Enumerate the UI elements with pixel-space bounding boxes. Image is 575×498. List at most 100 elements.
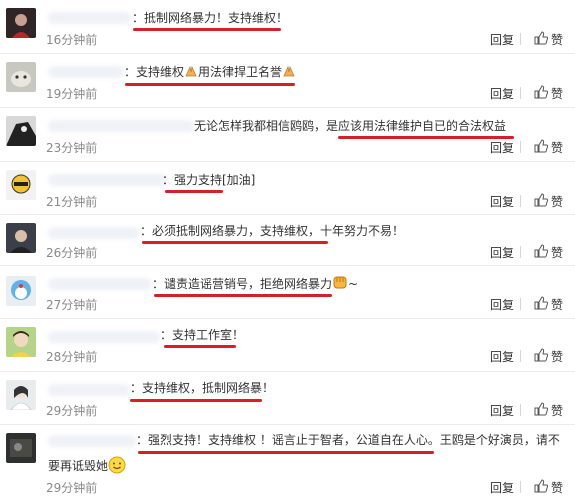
thumbs-up-icon <box>534 85 549 102</box>
like-label: 赞 <box>551 350 564 364</box>
timestamp: 23分钟前 <box>46 141 98 155</box>
avatar[interactable] <box>6 116 36 146</box>
like-label: 赞 <box>551 246 564 260</box>
comment-item: ：支持维权 用法律捍卫名誉 19分钟前 回复 赞 <box>0 54 575 107</box>
timestamp: 19分钟前 <box>46 87 98 101</box>
action-divider <box>520 195 521 207</box>
action-divider <box>520 141 521 153</box>
action-divider <box>520 350 521 362</box>
like-label: 赞 <box>551 481 564 495</box>
username[interactable] <box>48 384 130 396</box>
like-button[interactable]: 赞 <box>534 193 563 210</box>
praying-hands-emoji <box>282 64 296 78</box>
like-button[interactable]: 赞 <box>534 402 563 419</box>
avatar[interactable] <box>6 433 36 463</box>
like-button[interactable]: 赞 <box>534 479 563 496</box>
like-button[interactable]: 赞 <box>534 85 563 102</box>
action-divider <box>520 404 521 416</box>
highlight-underline <box>338 136 514 139</box>
timestamp: 28分钟前 <box>46 350 98 364</box>
reply-button[interactable]: 回复 <box>490 348 514 365</box>
reply-button[interactable]: 回复 <box>490 85 514 102</box>
thumbs-up-icon <box>534 296 549 313</box>
username[interactable] <box>48 435 136 447</box>
thumbs-up-icon <box>534 348 549 365</box>
avatar[interactable] <box>6 380 36 410</box>
reply-button[interactable]: 回复 <box>490 296 514 313</box>
username[interactable] <box>48 331 160 343</box>
comment-text-b: 用法律捍卫名誉 <box>198 65 283 79</box>
fist-emoji <box>332 274 348 290</box>
avatar[interactable] <box>6 62 36 92</box>
comment-text: ：支持工作室！ <box>160 328 245 342</box>
avatar[interactable] <box>6 223 36 253</box>
username[interactable] <box>48 278 152 290</box>
comment-text: ：支持维权，抵制网络暴！ <box>130 381 275 395</box>
username[interactable] <box>48 66 124 78</box>
smile-emoji <box>108 456 126 474</box>
comment-text: ：强烈支持！支持维权 ！谣言止于智者，公道自在人心。王鸥是个好演员，请不 <box>136 433 560 447</box>
thumbs-up-icon <box>534 402 549 419</box>
timestamp: 16分钟前 <box>46 33 98 47</box>
comment-text-continued: 要再诋毁她 <box>48 456 126 474</box>
action-divider <box>520 481 521 493</box>
timestamp: 26分钟前 <box>46 246 98 260</box>
like-label: 赞 <box>551 33 564 47</box>
like-button[interactable]: 赞 <box>534 244 563 261</box>
comment-text-a: ：谴责造谣营销号，拒绝网络暴力 <box>152 277 333 291</box>
timestamp: 29分钟前 <box>46 404 98 418</box>
reply-button[interactable]: 回复 <box>490 193 514 210</box>
comment-item: ：支持维权，抵制网络暴！ 29分钟前 回复 赞 <box>0 372 575 425</box>
comment-item: ：必须抵制网络暴力，支持维权，十年努力不易！ 26分钟前 回复 赞 <box>0 215 575 268</box>
comment-text: ：必须抵制网络暴力，支持维权，十年努力不易！ <box>140 224 405 238</box>
comment-text: 无论怎样我都相信鸥鸥，是应该用法律维护自已的合法权益 <box>194 119 507 133</box>
timestamp: 29分钟前 <box>46 481 98 495</box>
highlight-underline <box>133 28 281 31</box>
highlight-underline <box>138 451 434 454</box>
avatar[interactable] <box>6 8 36 38</box>
comment-text: ：抵制网络暴力！支持维权！ <box>132 11 289 25</box>
highlight-underline <box>130 399 262 402</box>
highlight-underline <box>164 345 236 348</box>
like-button[interactable]: 赞 <box>534 31 563 48</box>
praying-hands-emoji <box>184 64 198 78</box>
like-button[interactable]: 赞 <box>534 139 563 156</box>
action-divider <box>520 246 521 258</box>
action-divider <box>520 33 521 45</box>
reply-button[interactable]: 回复 <box>490 31 514 48</box>
avatar[interactable] <box>6 276 36 306</box>
avatar[interactable] <box>6 327 36 357</box>
thumbs-up-icon <box>534 479 549 496</box>
username[interactable] <box>48 174 168 186</box>
username[interactable] <box>48 12 132 24</box>
username[interactable] <box>48 120 194 132</box>
thumbs-up-icon <box>534 31 549 48</box>
timestamp: 27分钟前 <box>46 298 98 312</box>
avatar[interactable] <box>6 170 36 200</box>
username[interactable] <box>48 227 140 239</box>
like-label: 赞 <box>551 141 564 155</box>
timestamp: 21分钟前 <box>46 195 98 209</box>
comment-item: ：支持工作室！ 28分钟前 回复 赞 <box>0 319 575 372</box>
comment-text: ：谴责造谣营销号，拒绝网络暴力 ~ <box>152 274 358 292</box>
thumbs-up-icon <box>534 244 549 261</box>
comment-text-a: ：支持维权 <box>124 65 185 79</box>
action-divider <box>520 87 521 99</box>
like-label: 赞 <box>551 298 564 312</box>
comment-text-line2: 要再诋毁她 <box>48 459 109 473</box>
comment-text: ：支持维权 用法律捍卫名誉 <box>124 64 296 80</box>
reply-button[interactable]: 回复 <box>490 479 514 496</box>
highlight-underline <box>142 241 328 244</box>
highlight-underline <box>165 190 223 193</box>
reply-button[interactable]: 回复 <box>490 139 514 156</box>
comment-list: ：抵制网络暴力！支持维权！ 16分钟前 回复 赞 ：支持维权 用法律捍卫名誉 19… <box>0 0 575 498</box>
comment-text: ：强力支持[加油] <box>162 173 256 187</box>
reply-button[interactable]: 回复 <box>490 402 514 419</box>
thumbs-up-icon <box>534 139 549 156</box>
like-button[interactable]: 赞 <box>534 348 563 365</box>
like-label: 赞 <box>551 87 564 101</box>
like-button[interactable]: 赞 <box>534 296 563 313</box>
thumbs-up-icon <box>534 193 549 210</box>
reply-button[interactable]: 回复 <box>490 244 514 261</box>
comment-item: ：强力支持[加油] 21分钟前 回复 赞 <box>0 162 575 215</box>
